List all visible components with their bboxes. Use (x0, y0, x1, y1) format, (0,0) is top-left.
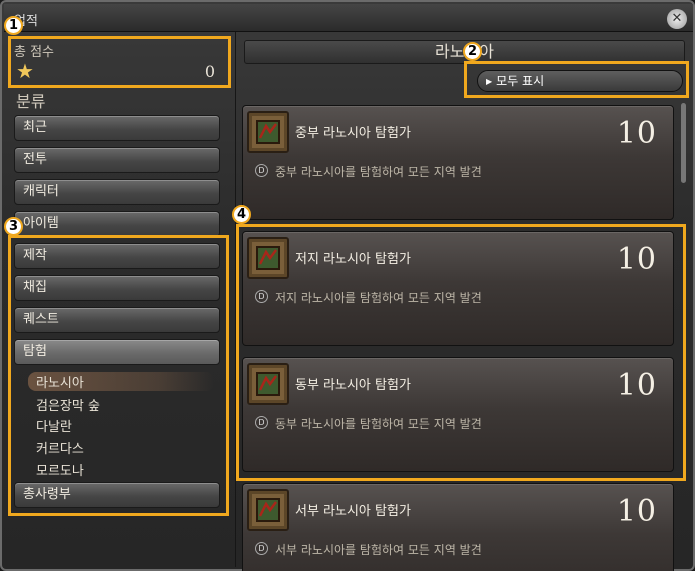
category-button-character[interactable]: 캐릭터 (14, 179, 220, 205)
achievement-title: 중부 라노시아 탐험가 (295, 126, 411, 141)
annotation-box-1 (8, 36, 231, 88)
category-button-items[interactable]: 아이템 (14, 211, 220, 237)
list-scrollbar[interactable] (681, 103, 686, 183)
annotation-box-3 (8, 235, 229, 516)
category-heading: 분류 (16, 92, 46, 111)
annotation-box-4 (236, 224, 686, 481)
scroll-map-icon (247, 489, 289, 531)
annotation-marker-4: 4 (232, 205, 251, 224)
category-button-recent[interactable]: 최근 (14, 115, 220, 141)
achievement-points: 10 (616, 116, 657, 151)
bullet-icon: D (255, 164, 268, 177)
achievement-title: 서부 라노시아 탐험가 (295, 504, 411, 519)
achievement-card[interactable]: 서부 라노시아 탐험가 10 D 서부 라노시아를 탐험하여 모든 지역 발견 (242, 483, 674, 571)
title-bar[interactable]: 업적 ✕ (4, 4, 693, 32)
achievement-points: 10 (616, 494, 657, 529)
annotation-marker-2: 2 (463, 42, 482, 61)
annotation-marker-3: 3 (4, 217, 23, 236)
annotation-marker-1: 1 (4, 16, 23, 35)
scroll-map-icon (247, 111, 289, 153)
category-button-battle[interactable]: 전투 (14, 147, 220, 173)
crossed-hammers-icon[interactable]: ✕ (667, 9, 687, 29)
bullet-icon: D (255, 542, 268, 555)
annotation-box-2 (464, 61, 689, 98)
achievement-card[interactable]: 중부 라노시아 탐험가 10 D 중부 라노시아를 탐험하여 모든 지역 발견 (242, 105, 674, 220)
achievement-description: 서부 라노시아를 탐험하여 모든 지역 발견 (275, 543, 482, 557)
achievement-description: 중부 라노시아를 탐험하여 모든 지역 발견 (275, 165, 482, 179)
